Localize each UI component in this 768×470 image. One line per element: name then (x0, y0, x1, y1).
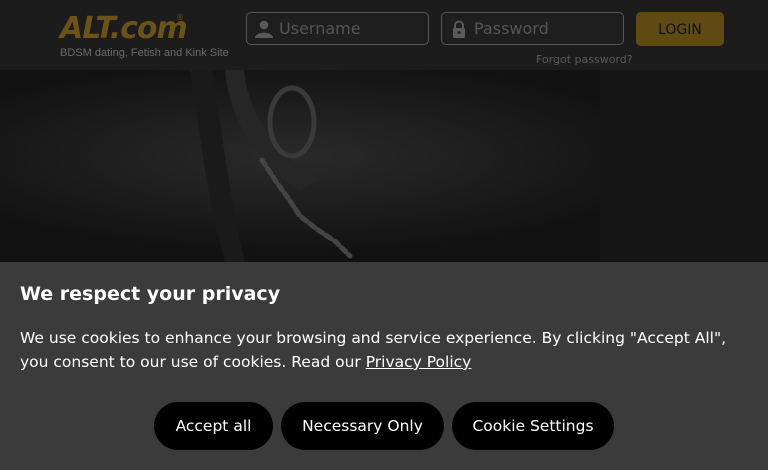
handcuffs-photo (0, 70, 768, 262)
site-logo[interactable]: ALT.com (60, 12, 188, 46)
password-input[interactable] (474, 13, 619, 44)
forgot-password-link[interactable]: Forgot password? (536, 53, 633, 66)
login-button[interactable]: LOGIN (636, 12, 724, 46)
username-field[interactable] (246, 12, 429, 45)
username-input[interactable] (279, 13, 424, 44)
hero-image (0, 70, 768, 262)
accept-all-button[interactable]: Accept all (154, 402, 273, 450)
lock-icon (453, 20, 465, 38)
user-icon (255, 20, 273, 38)
cookie-settings-button[interactable]: Cookie Settings (452, 402, 614, 450)
cookie-banner-title: We respect your privacy (20, 283, 281, 305)
cookie-banner-text: We use cookies to enhance your browsing … (20, 326, 748, 374)
password-field[interactable] (441, 12, 624, 45)
cookie-consent-banner: We respect your privacy We use cookies t… (0, 262, 768, 470)
necessary-only-button[interactable]: Necessary Only (281, 402, 444, 450)
site-header: ALT.com ® BDSM dating, Fetish and Kink S… (0, 0, 768, 70)
registered-mark: ® (176, 13, 184, 22)
site-tagline: BDSM dating, Fetish and Kink Site (60, 47, 229, 59)
privacy-policy-link[interactable]: Privacy Policy (366, 353, 472, 371)
